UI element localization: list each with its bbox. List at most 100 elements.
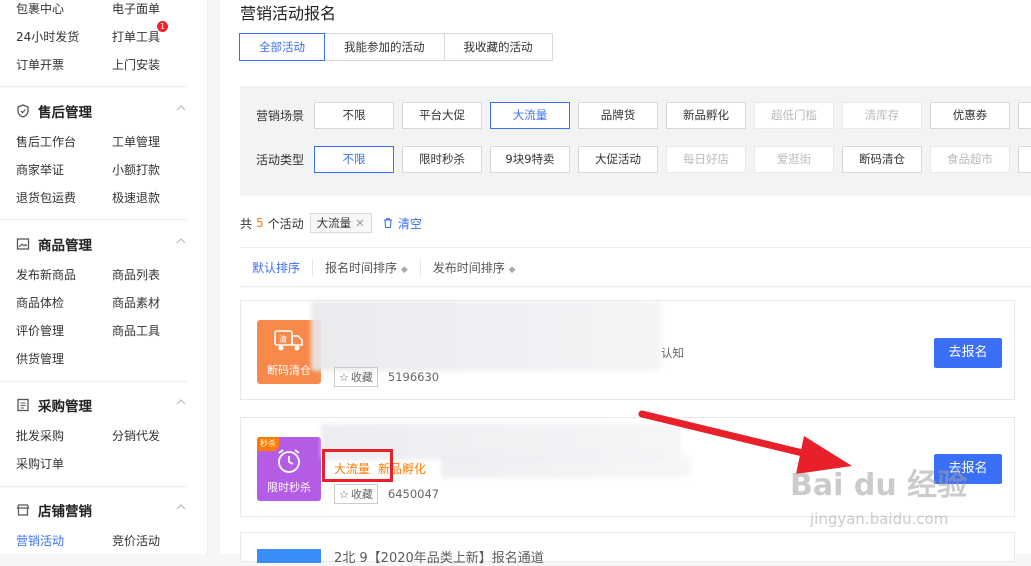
sidebar-item-e-waybill[interactable]: 电子面单 <box>112 0 160 17</box>
chevron-up-icon[interactable] <box>176 502 186 512</box>
sidebar-item-ticket-management[interactable]: 工单管理 <box>112 133 160 150</box>
sidebar-item-fast-refund[interactable]: 极速退款 <box>112 189 160 206</box>
sidebar-item-product-check[interactable]: 商品体检 <box>16 294 64 311</box>
truck-icon: 清 <box>274 330 303 351</box>
close-icon[interactable]: ✕ <box>355 216 365 230</box>
scene-option-clear-stock[interactable]: 清库存 <box>842 101 922 129</box>
tab-eligible-activities[interactable]: 我能参加的活动 <box>324 33 445 61</box>
alarm-clock-icon <box>278 449 300 473</box>
sidebar-item-bidding-activities[interactable]: 竞价活动 <box>112 532 160 549</box>
scene-option-more[interactable] <box>1018 101 1031 129</box>
section-marketing-title: 店铺营销 <box>38 504 92 520</box>
type-option-unlimited[interactable]: 不限 <box>314 145 394 173</box>
blurred-activity-info <box>311 301 661 371</box>
section-product[interactable]: 商品管理 <box>16 234 92 254</box>
result-count: 5 <box>256 216 264 230</box>
chevron-up-icon[interactable] <box>176 103 186 113</box>
sidebar-item-review-management[interactable]: 评价管理 <box>16 322 64 339</box>
type-option-size-clearance[interactable]: 断码清仓 <box>842 145 922 173</box>
scene-option-brand[interactable]: 品牌货 <box>578 101 658 129</box>
scene-option-big-traffic[interactable]: 大流量 <box>490 101 570 129</box>
sort-default[interactable]: 默认排序 <box>240 258 314 276</box>
sidebar-item-supply-management[interactable]: 供货管理 <box>16 350 64 367</box>
section-aftersale-title: 售后管理 <box>38 105 92 121</box>
sort-arrows-icon: ◆ <box>400 264 408 275</box>
sidebar-item-product-tools[interactable]: 商品工具 <box>112 322 160 339</box>
filter-row-type: 活动类型 不限 限时秒杀 9块9特卖 大促活动 每日好店 爱逛街 断码清仓 食品… <box>240 145 1031 173</box>
sidebar-item-product-material[interactable]: 商品素材 <box>112 294 160 311</box>
signup-button[interactable]: 去报名 <box>934 338 1002 368</box>
activity-id: 6450047 <box>387 487 440 501</box>
type-option-9yuan[interactable]: 9块9特卖 <box>490 145 570 173</box>
sort-signup-time-label: 报名时间排序 <box>325 260 398 275</box>
divider <box>0 219 188 220</box>
section-marketing-items: 营销活动 竞价活动 <box>16 532 206 552</box>
active-filter-label: 大流量 <box>316 216 352 230</box>
activity-desc-tail: 认知 <box>661 346 684 360</box>
sidebar-item-invoice[interactable]: 订单开票 <box>16 56 64 73</box>
section-product-title: 商品管理 <box>38 238 92 254</box>
sidebar-item-24h-shipping[interactable]: 24小时发货 <box>16 28 79 45</box>
main-content: 营销活动报名 全部活动 我能参加的活动 我收藏的活动 营销场景 不限 平台大促 … <box>220 0 1031 566</box>
store-icon <box>16 504 30 516</box>
filter-scene-label: 营销场景 <box>256 108 305 123</box>
sidebar-item-print-tool[interactable]: 打单工具 <box>112 28 160 45</box>
result-prefix: 共 <box>240 216 253 231</box>
sidebar-item-aftersale-workbench[interactable]: 售后工作台 <box>16 133 76 150</box>
sidebar-item-return-shipping[interactable]: 退货包运费 <box>16 189 76 206</box>
scene-option-unlimited[interactable]: 不限 <box>314 101 394 129</box>
type-option-food-market[interactable]: 食品超市 <box>930 145 1010 173</box>
section-marketing[interactable]: 店铺营销 <box>16 500 92 520</box>
sidebar-item-marketing-activities[interactable]: 营销活动 <box>16 532 64 549</box>
scene-option-big-promo[interactable]: 平台大促 <box>402 101 482 129</box>
sidebar-item-small-payment[interactable]: 小额打款 <box>112 161 160 178</box>
section-purchase-title: 采购管理 <box>38 399 92 415</box>
clear-filters-button[interactable]: 清空 <box>382 215 422 232</box>
star-icon: ☆ <box>339 487 349 501</box>
sort-signup-time[interactable]: 报名时间排序 ◆ <box>313 258 421 276</box>
type-option-daily-store[interactable]: 每日好店 <box>666 145 746 173</box>
activity-id: 5196630 <box>387 370 440 384</box>
activity-meta: ☆ 收藏 6450047 <box>334 484 439 504</box>
favorite-label: 收藏 <box>350 371 373 384</box>
type-option-love-shopping[interactable]: 爱逛街 <box>754 145 834 173</box>
annotation-highlight-box <box>322 449 393 482</box>
scene-option-low-threshold[interactable]: 超低门槛 <box>754 101 834 129</box>
result-suffix: 个活动 <box>267 216 304 231</box>
section-purchase-items: 批发采购 分销代发 采购订单 <box>16 427 206 477</box>
section-aftersale[interactable]: 售后管理 <box>16 101 92 121</box>
chevron-up-icon[interactable] <box>176 397 186 407</box>
sidebar-item-product-list[interactable]: 商品列表 <box>112 266 160 283</box>
corner-badge: 秒杀 <box>257 437 279 451</box>
sidebar-item-dropship[interactable]: 分销代发 <box>112 427 160 444</box>
page-title: 营销活动报名 <box>240 4 337 23</box>
type-option-big-promo[interactable]: 大促活动 <box>578 145 658 173</box>
shield-icon <box>17 104 29 118</box>
tab-favorite-activities[interactable]: 我收藏的活动 <box>443 33 553 61</box>
sidebar-item-purchase-orders[interactable]: 采购订单 <box>16 455 64 472</box>
sort-publish-time[interactable]: 发布时间排序 ◆ <box>421 259 528 276</box>
divider <box>0 486 188 487</box>
scene-option-coupon[interactable]: 优惠券 <box>930 101 1010 129</box>
section-purchase[interactable]: 采购管理 <box>16 395 92 415</box>
sidebar-item-parcel-center[interactable]: 包裹中心 <box>16 0 64 17</box>
scene-option-new-product[interactable]: 新品孵化 <box>666 101 746 129</box>
sort-publish-time-label: 发布时间排序 <box>432 260 505 275</box>
type-option-flash-sale[interactable]: 限时秒杀 <box>402 145 482 173</box>
sidebar-item-wholesale[interactable]: 批发采购 <box>16 427 64 444</box>
favorite-button[interactable]: ☆ 收藏 <box>334 484 378 504</box>
favorite-button[interactable]: ☆ 收藏 <box>334 367 378 387</box>
watermark-brand: Bai du 经验 <box>790 468 968 503</box>
type-option-more[interactable] <box>1018 145 1031 173</box>
document-icon <box>17 398 29 412</box>
tab-all-activities[interactable]: 全部活动 <box>239 33 325 61</box>
image-icon <box>16 238 30 250</box>
trash-icon <box>383 218 392 229</box>
sidebar-item-onsite-install[interactable]: 上门安装 <box>112 56 160 73</box>
chevron-up-icon[interactable] <box>176 236 186 246</box>
sidebar-item-new-product[interactable]: 发布新商品 <box>16 266 76 283</box>
divider <box>0 381 188 382</box>
sidebar-item-merchant-evidence[interactable]: 商家举证 <box>16 161 64 178</box>
section-aftersale-items: 售后工作台 工单管理 商家举证 小额打款 退货包运费 极速退款 <box>16 133 206 213</box>
sort-bar: 默认排序 报名时间排序 ◆ 发布时间排序 ◆ <box>240 247 1031 287</box>
